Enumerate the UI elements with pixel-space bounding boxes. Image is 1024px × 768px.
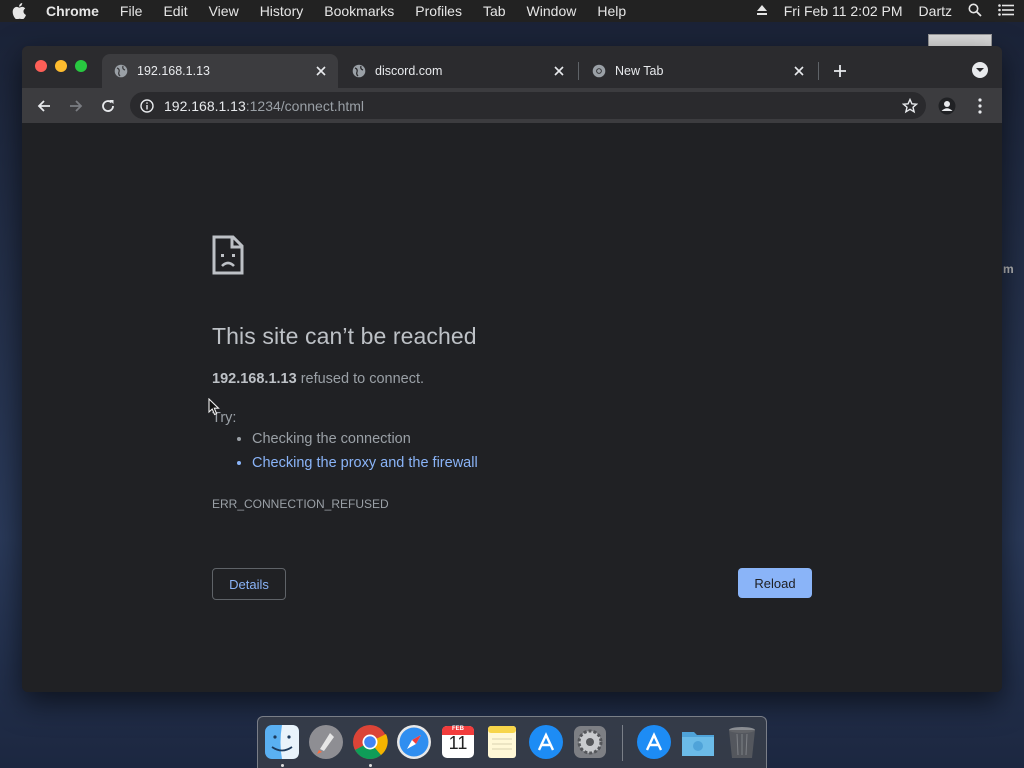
tab-strip: 192.168.1.13 discord.com New Tab — [22, 46, 1002, 88]
apple-menu-icon[interactable] — [12, 3, 26, 19]
safari-icon[interactable] — [395, 723, 433, 761]
menu-bar: Chrome File Edit View History Bookmarks … — [0, 0, 1024, 22]
tab-title: discord.com — [375, 64, 443, 78]
url-host: 192.168.1.13 — [164, 97, 246, 114]
error-message-suffix: refused to connect. — [296, 371, 425, 387]
menu-tab[interactable]: Tab — [483, 3, 506, 19]
dock-separator — [622, 725, 623, 761]
chrome-icon — [592, 64, 606, 78]
error-title: This site can’t be reached — [212, 323, 477, 349]
downloads-folder-icon[interactable] — [679, 723, 717, 761]
tab-new-tab[interactable]: New Tab — [580, 54, 816, 88]
tab-close-icon[interactable] — [552, 64, 566, 78]
bookmark-star-icon[interactable] — [901, 97, 919, 114]
address-bar[interactable]: 192.168.1.13:1234/connect.html — [130, 92, 926, 119]
tab-search-chevron-icon[interactable] — [972, 62, 988, 78]
system-preferences-icon[interactable] — [571, 723, 609, 761]
profile-avatar-icon[interactable] — [936, 95, 958, 117]
tab-close-icon[interactable] — [314, 64, 328, 78]
menu-app-chrome[interactable]: Chrome — [46, 3, 99, 19]
globe-icon — [114, 64, 128, 78]
page-content: This site can’t be reached 192.168.1.13 … — [22, 123, 1002, 692]
forward-arrow-icon[interactable] — [65, 95, 87, 117]
browser-toolbar: 192.168.1.13:1234/connect.html — [22, 88, 1002, 123]
suggestions-list: Checking the connection Checking the pro… — [212, 427, 478, 475]
launchpad-icon[interactable] — [307, 723, 345, 761]
sad-page-icon — [212, 235, 244, 275]
chrome-running-indicator — [369, 764, 372, 767]
trash-icon[interactable] — [723, 723, 761, 761]
reload-icon[interactable] — [97, 95, 119, 117]
menu-file[interactable]: File — [120, 3, 143, 19]
calendar-day: 11 — [448, 733, 468, 753]
tab-192-168-1-13[interactable]: 192.168.1.13 — [102, 54, 338, 88]
globe-icon — [352, 64, 366, 78]
back-arrow-icon[interactable] — [33, 95, 55, 117]
menu-help[interactable]: Help — [597, 3, 626, 19]
chrome-app-icon[interactable] — [351, 723, 389, 761]
dock: FEB 11 — [257, 716, 767, 768]
menu-history[interactable]: History — [260, 3, 304, 19]
tab-close-icon[interactable] — [792, 64, 806, 78]
reload-button[interactable]: Reload — [738, 568, 812, 598]
mouse-cursor-icon — [208, 398, 220, 416]
tab-title: 192.168.1.13 — [137, 64, 210, 78]
kebab-menu-icon[interactable] — [969, 95, 991, 117]
status-area: Fri Feb 11 2:02 PM Dartz — [740, 3, 1014, 20]
url-path: :1234/connect.html — [245, 97, 365, 114]
tab-separator — [578, 62, 579, 80]
new-tab-plus-icon[interactable] — [830, 61, 850, 81]
menu-clock[interactable]: Fri Feb 11 2:02 PM — [784, 3, 903, 19]
suggestion-check-proxy-firewall-link[interactable]: Checking the proxy and the firewall — [252, 451, 478, 475]
error-code: ERR_CONNECTION_REFUSED — [212, 497, 389, 511]
tab-separator — [818, 62, 819, 80]
menu-bookmarks[interactable]: Bookmarks — [324, 3, 394, 19]
menu-user[interactable]: Dartz — [919, 3, 952, 19]
window-close-button[interactable] — [35, 60, 47, 72]
error-message: 192.168.1.13 refused to connect. — [212, 371, 424, 387]
menu-window[interactable]: Window — [527, 3, 577, 19]
window-zoom-button[interactable] — [75, 60, 87, 72]
details-button[interactable]: Details — [212, 568, 286, 600]
browser-window: 192.168.1.13 discord.com New Tab 192.168… — [22, 46, 1002, 692]
finder-icon[interactable] — [263, 723, 301, 761]
tab-discord[interactable]: discord.com — [340, 54, 576, 88]
calendar-month: FEB — [452, 726, 464, 732]
app-store-download-icon[interactable] — [635, 723, 673, 761]
eject-icon[interactable] — [756, 3, 768, 19]
spotlight-search-icon[interactable] — [968, 3, 982, 20]
app-store-icon[interactable] — [527, 723, 565, 761]
url-text[interactable]: 192.168.1.13:1234/connect.html — [164, 98, 364, 114]
suggestion-check-connection: Checking the connection — [252, 427, 478, 451]
notification-center-icon[interactable] — [998, 3, 1014, 19]
error-host: 192.168.1.13 — [212, 371, 297, 387]
notes-icon[interactable] — [483, 723, 521, 761]
window-minimize-button[interactable] — [55, 60, 67, 72]
menu-profiles[interactable]: Profiles — [415, 3, 462, 19]
menu-edit[interactable]: Edit — [163, 3, 187, 19]
site-info-icon[interactable] — [140, 98, 154, 113]
tab-title: New Tab — [615, 64, 664, 78]
finder-running-indicator — [281, 764, 284, 767]
desktop-edge-label: m — [1003, 262, 1014, 276]
menu-view[interactable]: View — [209, 3, 239, 19]
